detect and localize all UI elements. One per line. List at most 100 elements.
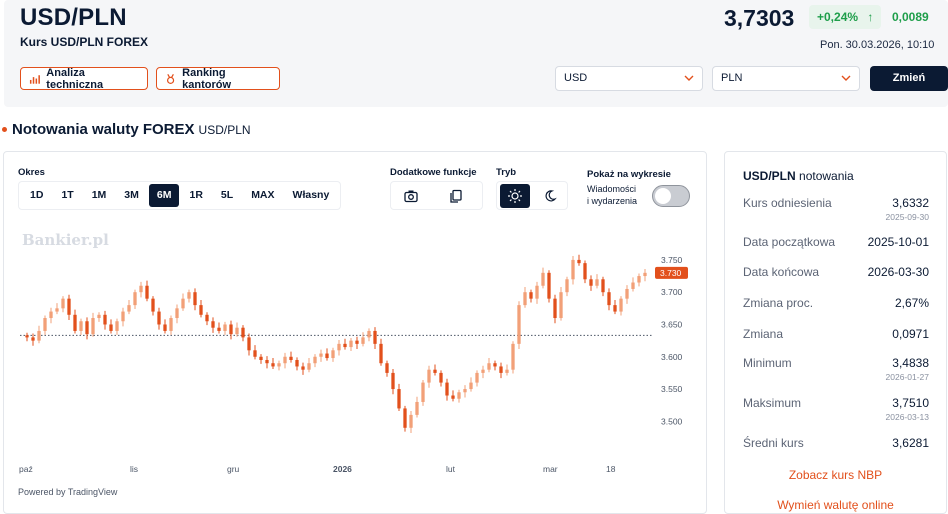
x-tick-label: 2026 [333,464,352,474]
candle-body [589,279,593,286]
candle-body [295,359,299,367]
candle-body [283,356,287,364]
stat-label: Data końcowa [743,265,820,279]
stat-row: Średni kurs 3,6281 [743,436,929,458]
candle-body [211,321,215,328]
candle-body [79,321,83,331]
change-percent: +0,24% [817,10,859,24]
candle-body [43,318,47,331]
change-percent-badge: +0,24% ↑ [809,5,882,29]
technical-analysis-label: Analiza techniczna [46,66,104,91]
candle-body [235,327,239,335]
candle-body [607,292,611,306]
from-currency-select[interactable]: USD [555,66,703,91]
stat-value: 2025-10-01 [867,235,929,249]
candle-body [457,392,461,399]
candle-body [217,327,221,331]
candle-body [301,366,305,370]
candle-body [511,343,515,370]
stat-value: 0,0971 [892,327,929,341]
candle-body [145,285,149,299]
technical-analysis-button[interactable]: Analiza techniczna [20,66,148,91]
y-tick-label: 3.500 [661,416,683,426]
current-price: 3,7303 [724,5,795,31]
x-tick-label: gru [227,464,240,474]
stat-value: 3,7510 [892,396,929,410]
candle-body [241,327,245,338]
candle-body [601,279,605,293]
stat-row: Data końcowa 2026-03-30 [743,265,929,287]
x-tick-label: paź [19,464,33,474]
y-tick-label: 3.700 [661,287,683,297]
candle-body [199,305,203,315]
pair-subtitle: Kurs USD/PLN FOREX [20,35,149,49]
candle-body [373,330,377,344]
candle-body [115,321,119,331]
pair-title: USD/PLN [20,4,127,31]
chevron-down-icon [684,75,694,81]
stat-row: Kurs odniesienia 3,6332 2025-09-30 [743,196,929,222]
candle-body [127,305,131,312]
candle-body [397,389,401,409]
candle-body [439,372,443,383]
ranking-button[interactable]: Ranking kantorów [156,67,280,91]
nbp-rate-link[interactable]: Zobacz kurs NBP [725,468,946,482]
stat-date: 2025-09-30 [885,212,929,222]
stat-label: Kurs odniesienia [743,196,832,210]
candle-body [385,363,389,373]
stat-label: Minimum [743,356,792,370]
candle-body [193,292,197,306]
candle-body [55,308,59,312]
stat-label: Maksimum [743,396,802,410]
powered-by: Powered by TradingView [18,487,118,497]
stat-date: 2026-03-13 [885,412,929,422]
candle-body [349,340,353,348]
x-tick-label: lis [130,464,138,474]
candle-body [169,318,173,331]
candle-body [403,408,407,428]
x-tick-label: mar [543,464,558,474]
candle-body [529,292,533,299]
candle-body [445,382,449,396]
candle-body [187,292,191,299]
candle-body [247,337,251,351]
arrow-up-icon: ↑ [867,10,874,24]
candle-body [409,414,413,428]
candle-body [475,372,479,383]
candlestick-chart[interactable]: Bankier.pl 3.750 3.700 3.650 3.600 3.550 3.500… [4,152,706,482]
y-tick-label: 3.550 [661,384,683,394]
candle-body [631,282,635,289]
last-price-label: 3.730 [660,268,682,278]
section-title: Notowania waluty FOREX USD/PLN [12,121,251,138]
stat-label: Data początkowa [743,235,836,249]
chart-card: Okres 1D 1T 1M 3M 6M 1R 5L MAX Własny Dodatkowe … [3,151,707,514]
candle-body [265,359,269,364]
to-currency-select[interactable]: PLN [712,66,860,91]
candle-body [469,382,473,390]
stats-title: USD/PLN notowania [743,169,854,183]
stat-value: 3,6332 [892,196,929,210]
candle-body [565,279,569,293]
stat-row: Data początkowa 2025-10-01 [743,235,929,257]
candle-body [289,356,293,360]
y-tick-label: 3.600 [661,352,683,362]
candle-body [577,259,581,264]
exchange-online-link[interactable]: Wymień walutę online [725,498,946,512]
stat-row: Zmiana 0,0971 [743,327,929,349]
candle-body [175,308,179,319]
candle-body [307,363,311,370]
candle-body [541,272,545,286]
candle-body [259,356,263,360]
candle-body [463,389,467,393]
stat-value: 3,4838 [892,356,929,370]
candle-body [355,340,359,344]
to-currency-value: PLN [721,72,743,84]
change-currency-button[interactable]: Zmień [870,66,948,91]
candle-body [229,324,233,335]
stat-label: Zmiana proc. [743,296,814,310]
candle-body [547,272,551,299]
x-tick-label: lut [446,464,456,474]
candle-body [97,314,101,319]
candle-body [505,369,509,373]
candle-body [271,363,275,367]
